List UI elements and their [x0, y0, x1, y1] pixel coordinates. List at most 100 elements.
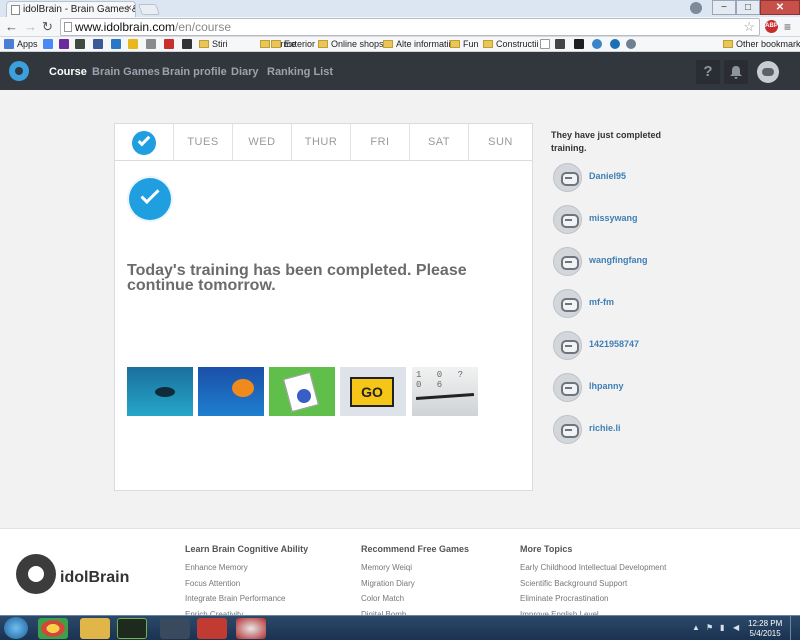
bookmark-site-ring[interactable] — [626, 39, 639, 49]
user-avatar[interactable] — [757, 61, 779, 83]
list-item[interactable]: lhpanny — [553, 373, 753, 403]
day-tab-fri[interactable]: FRI — [351, 124, 410, 161]
list-item[interactable]: mf-fm — [553, 289, 753, 319]
user-name-link[interactable]: missywang — [589, 213, 638, 223]
nav-brain-games[interactable]: Brain Games — [92, 66, 160, 78]
user-name-link[interactable]: richie.li — [589, 423, 621, 433]
nav-diary[interactable]: Diary — [231, 66, 259, 78]
nav-ranking-list[interactable]: Ranking List — [267, 66, 333, 78]
app-taskbar-icon[interactable] — [236, 618, 266, 639]
bookmark-folder-stiri[interactable]: Stiri — [199, 39, 228, 49]
footer-logo-icon[interactable] — [16, 554, 56, 594]
day-tab-sat[interactable]: SAT — [410, 124, 469, 161]
bookmark-folder-online-shops[interactable]: Online shops — [318, 39, 384, 49]
bookmark-site-3[interactable] — [75, 39, 88, 49]
footer-link[interactable]: Scientific Background Support — [520, 576, 666, 592]
bookmark-site-ja[interactable] — [555, 39, 568, 49]
user-name-link[interactable]: 1421958747 — [589, 339, 639, 349]
bookmark-site-ro[interactable] — [574, 39, 587, 49]
game-thumbnail-goldfish[interactable] — [198, 367, 264, 416]
tray-network-icon[interactable]: ▮ — [720, 623, 724, 632]
adblock-icon[interactable]: ABP — [765, 20, 778, 33]
bookmark-imdb[interactable] — [128, 39, 141, 49]
app-taskbar-icon[interactable] — [197, 618, 227, 639]
system-clock[interactable]: 12:28 PM 5/4/2015 — [748, 619, 782, 639]
bookmark-site-circle[interactable] — [592, 39, 605, 49]
forward-arrow-icon[interactable]: → — [24, 19, 37, 34]
explorer-taskbar-icon[interactable] — [80, 618, 110, 639]
bookmark-folder-fun[interactable]: Fun — [450, 39, 479, 49]
bookmark-other-folder[interactable]: Other bookmarks — [723, 39, 800, 49]
show-desktop-button[interactable] — [790, 616, 800, 640]
footer-link[interactable]: Color Match — [361, 591, 469, 607]
help-button[interactable]: ? — [696, 60, 720, 84]
bookmark-site-9[interactable] — [182, 39, 195, 49]
list-item[interactable]: wangfingfang — [553, 247, 753, 277]
day-tab-sun[interactable]: SUN — [469, 124, 532, 161]
reload-icon[interactable]: ↻ — [42, 19, 53, 35]
tray-volume-icon[interactable]: ◀ — [733, 623, 739, 632]
bookmark-facebook[interactable] — [93, 39, 106, 49]
game-thumbnail-fish[interactable] — [127, 367, 193, 416]
footer-brand[interactable]: idolBrain — [60, 569, 129, 587]
maximize-button[interactable]: □ — [736, 0, 760, 15]
chrome-taskbar-icon[interactable] — [38, 618, 68, 639]
browser-menu-icon[interactable]: ≡ — [784, 20, 791, 34]
nav-brain-profile[interactable]: Brain profile — [162, 66, 227, 78]
avatar[interactable] — [553, 373, 582, 402]
footer-link[interactable]: Enhance Memory — [185, 560, 308, 576]
bookmark-apps[interactable]: Apps — [4, 39, 38, 49]
bookmark-site-8[interactable] — [164, 39, 177, 49]
user-name-link[interactable]: Daniel95 — [589, 171, 626, 181]
tray-flag-icon[interactable]: ⚑ — [706, 623, 713, 632]
new-tab-button[interactable] — [137, 4, 161, 15]
user-name-link[interactable]: lhpanny — [589, 381, 624, 391]
game-thumbnail-go-sign[interactable]: GO — [340, 367, 406, 416]
nav-course[interactable]: Course — [49, 66, 87, 78]
avatar[interactable] — [553, 331, 582, 360]
game-thumbnail-digits[interactable]: 1 0 ? 0 6 — [412, 367, 478, 416]
footer-link[interactable]: Migration Diary — [361, 576, 469, 592]
day-tab-today[interactable] — [115, 124, 174, 161]
tab-close-icon[interactable]: × — [126, 3, 132, 14]
nvidia-taskbar-icon[interactable] — [117, 618, 147, 639]
idolbrain-logo-icon[interactable] — [9, 61, 29, 81]
bookmark-google[interactable] — [43, 39, 56, 49]
avatar[interactable] — [553, 415, 582, 444]
browser-user-icon[interactable] — [690, 2, 702, 14]
bookmark-folder-exterior[interactable]: Exterior — [271, 39, 315, 49]
minimize-button[interactable]: − — [712, 0, 736, 15]
list-item[interactable]: missywang — [553, 205, 753, 235]
footer-link[interactable]: Memory Weiqi — [361, 560, 469, 576]
back-arrow-icon[interactable]: ← — [5, 19, 18, 34]
avatar[interactable] — [553, 289, 582, 318]
user-name-link[interactable]: mf-fm — [589, 297, 614, 307]
day-tab-thur[interactable]: THUR — [292, 124, 351, 161]
bookmark-star-icon[interactable]: ☆ — [743, 19, 755, 35]
bookmark-site-5[interactable] — [111, 39, 124, 49]
bookmark-site-page[interactable] — [540, 39, 553, 49]
list-item[interactable]: richie.li — [553, 415, 753, 445]
footer-link[interactable]: Focus Attention — [185, 576, 308, 592]
list-item[interactable]: Daniel95 — [553, 163, 753, 193]
bookmark-site-7[interactable] — [146, 39, 159, 49]
app-taskbar-icon[interactable] — [160, 618, 190, 639]
user-name-link[interactable]: wangfingfang — [589, 255, 648, 265]
bookmark-folder-alte-informatii[interactable]: Alte informatii — [383, 39, 451, 49]
address-bar[interactable]: www.idolbrain.com/en/course ☆ — [60, 18, 760, 36]
day-tab-wed[interactable]: WED — [233, 124, 292, 161]
footer-link[interactable]: Early Childhood Intellectual Development — [520, 560, 666, 576]
footer-link[interactable]: Eliminate Procrastination — [520, 591, 666, 607]
tray-arrow-icon[interactable]: ▲ — [692, 623, 700, 632]
game-thumbnail-cards[interactable] — [269, 367, 335, 416]
bookmark-site-blue[interactable] — [610, 39, 623, 49]
list-item[interactable]: 1421958747 — [553, 331, 753, 361]
bookmark-yahoo[interactable] — [59, 39, 72, 49]
footer-link[interactable]: Integrate Brain Performance — [185, 591, 308, 607]
start-button-icon[interactable] — [4, 617, 28, 639]
close-window-button[interactable]: ✕ — [760, 0, 800, 15]
notification-bell-icon[interactable] — [724, 60, 748, 84]
day-tab-tues[interactable]: TUES — [174, 124, 233, 161]
bookmark-folder-constructii[interactable]: Constructii — [483, 39, 539, 49]
avatar[interactable] — [553, 163, 582, 192]
